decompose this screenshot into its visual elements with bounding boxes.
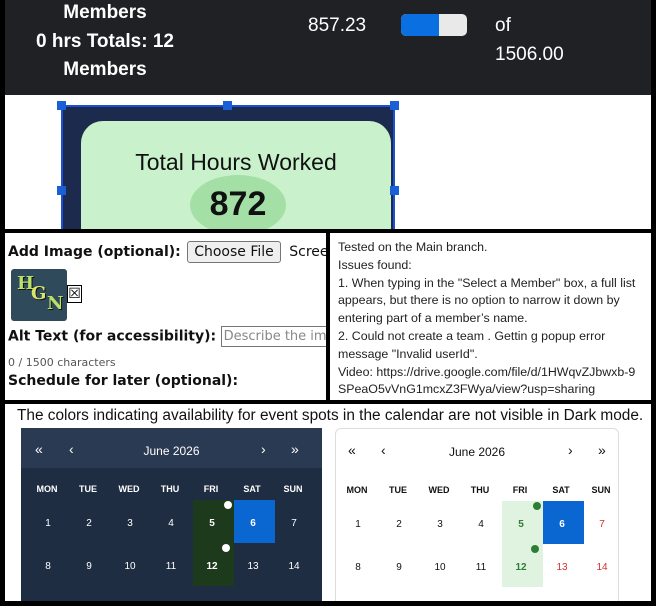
weekday-tue: TUE xyxy=(389,485,407,495)
calendar-day[interactable]: 12 xyxy=(192,561,232,572)
weekday-sun: SUN xyxy=(591,485,611,495)
last-month-button[interactable]: » xyxy=(598,442,606,458)
of-label: of xyxy=(495,15,511,36)
calendar-day[interactable]: 9 xyxy=(379,562,419,573)
calendar-day[interactable]: 5 xyxy=(501,519,541,530)
calendar-day[interactable]: 6 xyxy=(542,519,582,530)
stats-label-mid: 0 hrs Totals: 12 xyxy=(36,31,174,52)
calendar-day[interactable]: 8 xyxy=(28,561,68,572)
weekday-wed: WED xyxy=(118,484,140,494)
selected-file-name: Screen Shot xyxy=(289,244,326,260)
next-month-button[interactable]: › xyxy=(568,442,573,458)
card-title: Total Hours Worked xyxy=(135,149,337,175)
last-month-button[interactable]: » xyxy=(291,441,299,457)
remove-image-icon[interactable]: ☒ xyxy=(67,285,82,303)
stats-label-top: Members xyxy=(63,2,147,23)
weekday-mon: MON xyxy=(346,485,368,495)
weekday-fri: FRI xyxy=(512,485,528,495)
issue-notes: Tested on the Main branch. Issues found:… xyxy=(330,233,651,400)
weekday-mon: MON xyxy=(36,484,58,494)
availability-dot xyxy=(531,545,539,553)
hours-progress-fill xyxy=(401,14,439,36)
calendar-month-label: June 2026 xyxy=(143,444,200,458)
weekday-sat: SAT xyxy=(552,485,570,495)
light-mode-calendar: « ‹ June 2026 › » MON TUE WED THU FRI SAT SUN 1… xyxy=(335,428,619,601)
dark-mode-calendar: « ‹ June 2026 › » MON TUE WED THU FRI SAT SUN 1… xyxy=(21,428,322,601)
available-day-highlight xyxy=(502,501,543,587)
hours-progress-bar xyxy=(401,14,467,36)
calendar-day[interactable]: 3 xyxy=(110,518,150,529)
weekday-thu: THU xyxy=(160,484,180,494)
image-upload-form: Add Image (optional): Choose File Screen… xyxy=(5,233,326,400)
selected-widget-frame[interactable]: Total Hours Worked 872 xyxy=(61,105,395,229)
calendar-day[interactable]: 8 xyxy=(338,562,378,573)
calendar-day[interactable]: 13 xyxy=(233,561,273,572)
calendar-day[interactable]: 14 xyxy=(274,561,314,572)
editor-canvas: Total Hours Worked 872 xyxy=(5,95,651,229)
calendar-day[interactable]: 4 xyxy=(461,519,501,530)
note-video-link[interactable]: Video: https://drive.google.com/file/d/1… xyxy=(338,364,643,400)
available-day-highlight xyxy=(193,500,234,586)
calendar-day[interactable]: 7 xyxy=(274,518,314,529)
calendar-day[interactable]: 7 xyxy=(582,519,622,530)
calendar-day[interactable]: 3 xyxy=(420,519,460,530)
total-hours-card: Total Hours Worked 872 xyxy=(81,121,391,229)
image-thumbnail: H G N xyxy=(11,269,67,321)
stats-bar: Members 0 hrs Totals: 12 Members 857.23 … xyxy=(5,0,651,95)
calendar-day[interactable]: 10 xyxy=(110,561,150,572)
calendar-day[interactable]: 14 xyxy=(582,562,622,573)
calendar-day[interactable]: 10 xyxy=(420,562,460,573)
alt-text-char-count: 0 / 1500 characters xyxy=(8,356,116,369)
calendar-day[interactable]: 2 xyxy=(69,518,109,529)
calendar-day[interactable]: 1 xyxy=(28,518,68,529)
next-month-button[interactable]: › xyxy=(261,441,266,457)
add-image-label: Add Image (optional): xyxy=(8,244,181,260)
note-line-issues: Issues found: xyxy=(338,257,412,272)
availability-dot xyxy=(222,544,230,552)
note-line-branch: Tested on the Main branch. xyxy=(338,240,488,254)
weekday-thu: THU xyxy=(470,485,490,495)
note-issue-2: 2. Could not create a team . Gettin g po… xyxy=(338,328,606,361)
schedule-label: Schedule for later (optional): xyxy=(8,373,239,389)
resize-handle-right[interactable] xyxy=(390,186,399,195)
calendar-day[interactable]: 5 xyxy=(192,518,232,529)
weekday-fri: FRI xyxy=(203,484,219,494)
calendar-day[interactable]: 2 xyxy=(379,519,419,530)
stats-label-bottom: Members xyxy=(63,59,147,80)
calendar-day[interactable]: 1 xyxy=(338,519,378,530)
note-issue-1: 1. When typing in the "Select a Member" … xyxy=(338,275,636,326)
weekday-wed: WED xyxy=(428,485,450,495)
calendar-caption: The colors indicating availability for e… xyxy=(17,407,644,424)
calendar-day[interactable]: 6 xyxy=(233,518,273,529)
calendar-day[interactable]: 4 xyxy=(151,518,191,529)
hours-total: 1506.00 xyxy=(495,44,564,65)
calendar-comparison: The colors indicating availability for e… xyxy=(5,404,651,601)
choose-file-button[interactable]: Choose File xyxy=(187,241,281,263)
card-value: 872 xyxy=(190,175,286,229)
calendar-day[interactable]: 9 xyxy=(69,561,109,572)
calendar-day[interactable]: 11 xyxy=(151,561,191,572)
calendar-day[interactable]: 11 xyxy=(461,562,501,573)
availability-dot xyxy=(533,502,541,510)
alt-text-label: Alt Text (for accessibility): xyxy=(8,328,217,345)
alt-text-input[interactable]: Describe the image fo xyxy=(220,326,326,347)
resize-handle-top-left[interactable] xyxy=(57,101,66,110)
availability-dot xyxy=(224,501,232,509)
resize-handle-left[interactable] xyxy=(57,186,66,195)
resize-handle-top-right[interactable] xyxy=(390,101,399,110)
hours-value: 857.23 xyxy=(308,15,367,36)
calendar-day[interactable]: 13 xyxy=(542,562,582,573)
weekday-sat: SAT xyxy=(243,484,261,494)
weekday-tue: TUE xyxy=(79,484,97,494)
calendar-month-label: June 2026 xyxy=(448,445,506,459)
weekday-sun: SUN xyxy=(283,484,303,494)
resize-handle-top[interactable] xyxy=(223,101,232,110)
calendar-day[interactable]: 12 xyxy=(501,562,541,573)
